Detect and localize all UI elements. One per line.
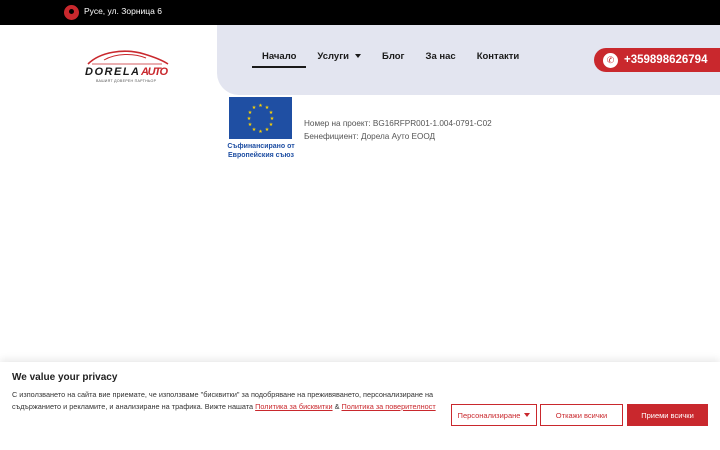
- nav-item-blog[interactable]: Блог: [382, 51, 405, 62]
- nav-item-services[interactable]: Услуги: [317, 51, 362, 62]
- logo[interactable]: DORELA AUTO ВАШИЯТ ДОВЕРЕН ПАРТНЬОР: [82, 45, 172, 85]
- reject-label: Откажи всички: [555, 410, 608, 420]
- eu-caption-line: Европейския съюз: [227, 152, 295, 159]
- eu-caption: Съфинансирано от Европейския съюз: [223, 142, 299, 160]
- logo-word-2: AUTO: [140, 66, 168, 78]
- cookie-policy-link[interactable]: Политика за бисквитки: [255, 402, 332, 411]
- eu-caption-line: Съфинансирано от: [227, 143, 295, 150]
- main-nav: Начало Услуги Блог За нас Контакти: [251, 51, 540, 68]
- customize-label: Персонализиране: [457, 410, 521, 420]
- eu-stars-icon: ★ ★ ★ ★ ★ ★ ★ ★ ★ ★ ★ ★: [247, 103, 275, 135]
- phone-button[interactable]: ✆ +359898626794: [594, 48, 720, 72]
- project-info: Номер на проект: BG16RFPR001-1.004-0791-…: [304, 117, 492, 143]
- nav-label: За нас: [425, 51, 456, 62]
- phone-number: +359898626794: [624, 54, 708, 66]
- accept-label: Приеми всички: [641, 410, 694, 420]
- accept-all-button[interactable]: Приеми всички: [627, 404, 708, 426]
- svg-text:★: ★: [258, 103, 263, 109]
- svg-text:★: ★: [265, 127, 270, 133]
- nav-label: Блог: [382, 51, 405, 62]
- cookie-text: С използването на сайта вие приемате, че…: [12, 389, 442, 413]
- phone-icon: ✆: [603, 52, 618, 68]
- cookie-title: We value your privacy: [12, 372, 118, 383]
- address-text: Русе, ул. Зорница 6: [84, 6, 162, 16]
- svg-text:★: ★: [247, 116, 252, 122]
- logo-word-1: DORELA: [85, 66, 139, 78]
- nav-item-contacts[interactable]: Контакти: [477, 51, 520, 62]
- chevron-down-icon: [524, 413, 531, 417]
- logo-tagline: ВАШИЯТ ДОВЕРЕН ПАРТНЬОР: [96, 79, 157, 83]
- map-pin-icon: [64, 5, 79, 20]
- project-beneficiary: Бенефициент: Дорела Ауто ЕООД: [304, 132, 436, 141]
- svg-text:★: ★: [252, 105, 257, 111]
- nav-item-about[interactable]: За нас: [426, 51, 456, 62]
- customize-button[interactable]: Персонализиране: [451, 404, 537, 426]
- reject-all-button[interactable]: Откажи всички: [540, 404, 623, 426]
- nav-label: Контакти: [476, 51, 520, 62]
- logo-graphic: DORELA AUTO ВАШИЯТ ДОВЕРЕН ПАРТНЬОР: [85, 50, 169, 83]
- chevron-down-icon: [355, 54, 362, 59]
- svg-text:★: ★: [252, 127, 257, 133]
- nav-label: Начало: [262, 51, 297, 62]
- svg-text:★: ★: [248, 122, 253, 128]
- project-number: Номер на проект: BG16RFPR001-1.004-0791-…: [304, 119, 492, 128]
- topbar: Русе, ул. Зорница 6: [0, 0, 720, 25]
- nav-item-home[interactable]: Начало: [251, 51, 307, 68]
- nav-label: Услуги: [317, 51, 350, 62]
- cookie-banner: We value your privacy С използването на …: [0, 362, 720, 450]
- svg-text:★: ★: [258, 129, 263, 135]
- svg-text:★: ★: [269, 122, 274, 128]
- privacy-policy-link[interactable]: Политика за поверителност: [341, 402, 435, 411]
- eu-flag: ★ ★ ★ ★ ★ ★ ★ ★ ★ ★ ★ ★: [229, 97, 292, 139]
